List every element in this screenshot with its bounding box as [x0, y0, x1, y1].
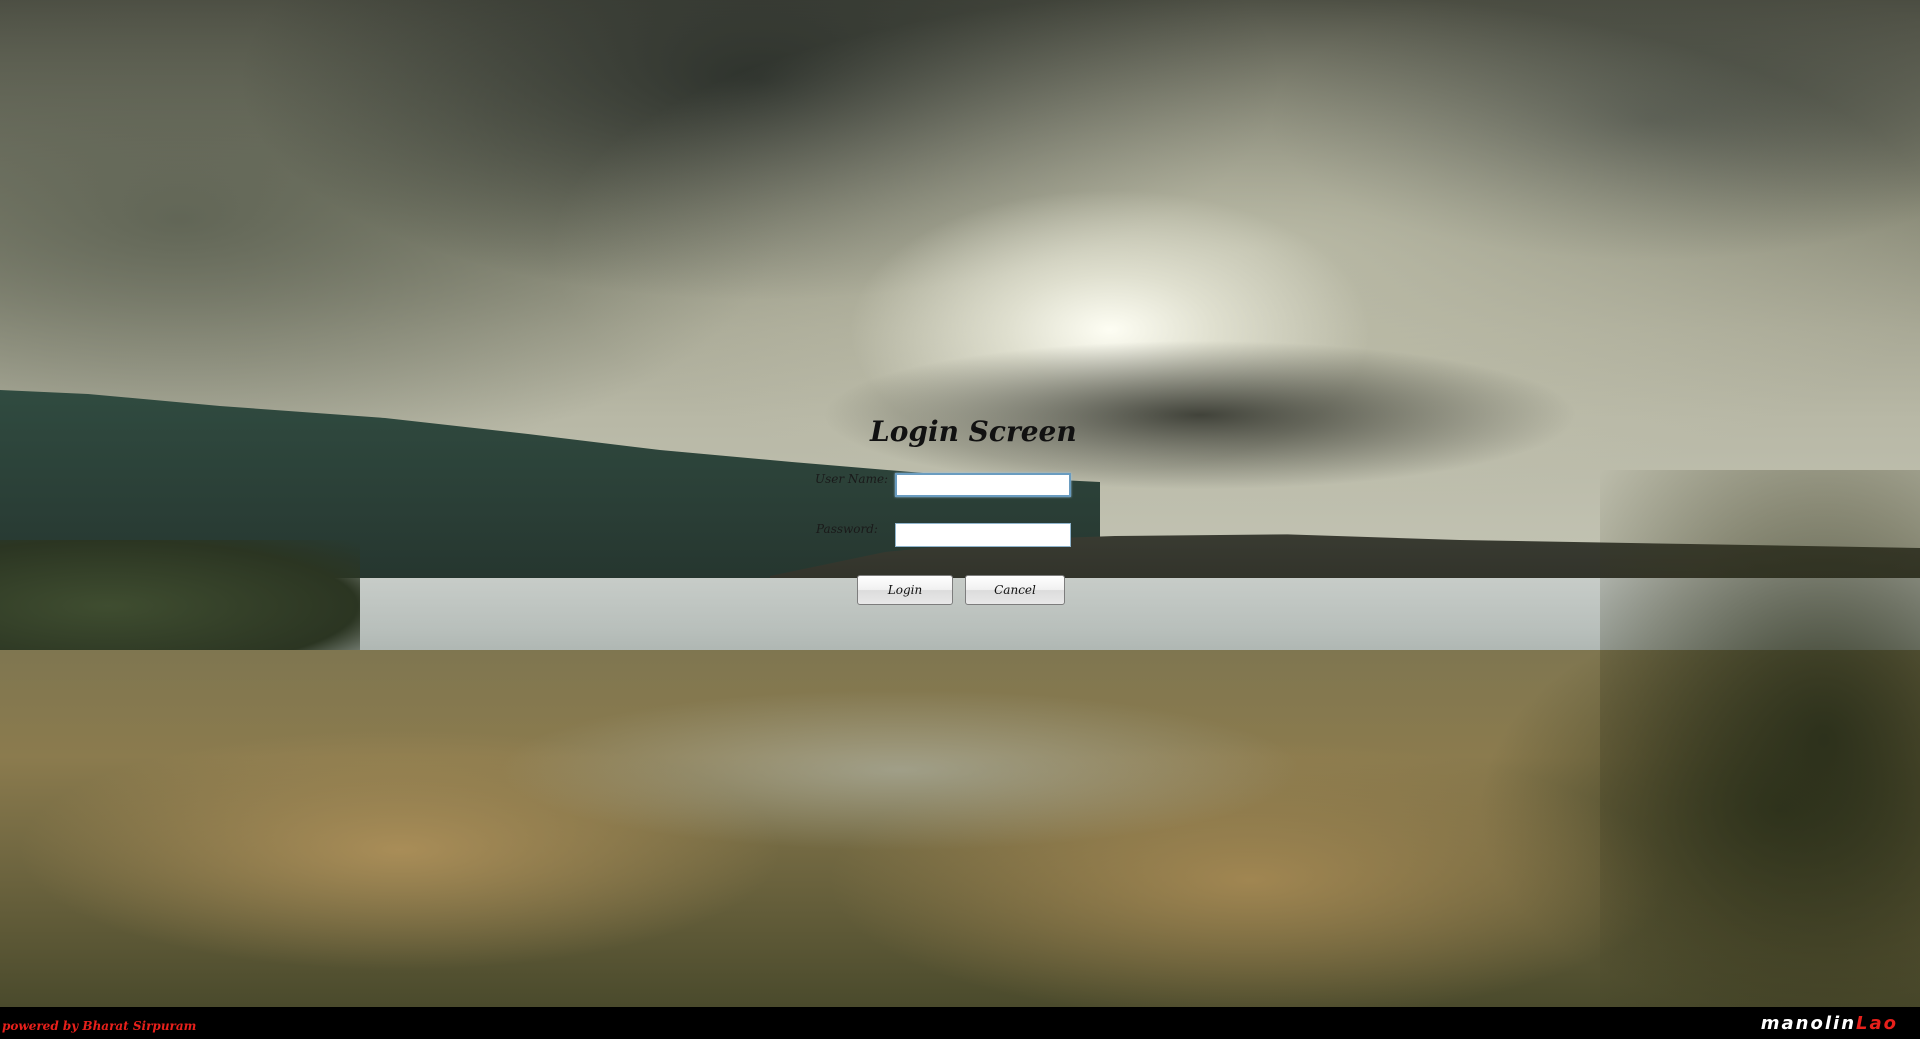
shore-left: [0, 540, 360, 650]
powered-by-text: powered by Bharat Sirpuram: [2, 1019, 197, 1033]
login-window: Login Screen User Name: Password: Login …: [0, 0, 1920, 1039]
brand-logo-part1: manolin: [1760, 1013, 1857, 1034]
login-form: Login Screen User Name: Password: Login …: [810, 415, 1100, 615]
cancel-button[interactable]: Cancel: [965, 575, 1065, 605]
login-button[interactable]: Login: [857, 575, 953, 605]
brand-logo: manolinLao: [1761, 1013, 1898, 1034]
footer-bar: powered by Bharat Sirpuram manolinLao: [0, 1007, 1920, 1039]
login-title: Login Screen: [870, 415, 1077, 448]
bush-right: [1600, 470, 1920, 1007]
username-input[interactable]: [895, 473, 1071, 497]
password-label: Password:: [816, 522, 878, 536]
password-input[interactable]: [895, 523, 1071, 547]
brand-logo-part2: Lao: [1856, 1013, 1898, 1034]
username-label: User Name:: [815, 472, 889, 486]
